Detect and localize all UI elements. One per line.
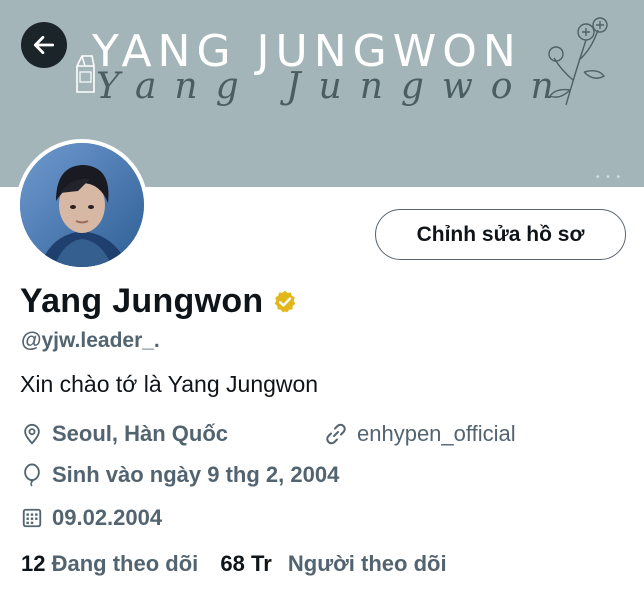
profile-handle: @yjw.leader_. — [21, 329, 160, 352]
followers-count: 68 Tr — [220, 551, 272, 576]
followers-link[interactable]: 68 Tr Người theo dõi — [220, 551, 446, 576]
location-pin-icon — [21, 422, 43, 446]
following-link[interactable]: 12 Đang theo dõi — [21, 551, 204, 576]
follow-stats: 12 Đang theo dõi 68 Tr Người theo dõi — [21, 551, 447, 577]
joined-text: 09.02.2004 — [52, 505, 163, 530]
balloon-icon — [21, 462, 43, 488]
arrow-left-icon — [33, 36, 55, 54]
verified-badge-icon[interactable] — [272, 289, 298, 315]
website-item[interactable]: enhypen_official — [324, 421, 516, 447]
banner-script-text: Yang Jungwon — [96, 66, 572, 107]
profile-bio: Xin chào tớ là Yang Jungwon — [20, 371, 319, 397]
joined-item: 09.02.2004 — [21, 505, 162, 531]
birthday-item: Sinh vào ngày 9 thg 2, 2004 — [21, 462, 339, 488]
location-text: Seoul, Hàn Quốc — [52, 421, 229, 446]
following-count: 12 — [21, 551, 46, 576]
flower-illustration-icon — [548, 17, 608, 106]
display-name: Yang Jungwon — [20, 282, 264, 320]
link-icon — [324, 422, 348, 446]
followers-label: Người theo dõi — [287, 551, 447, 576]
birthday-text: Sinh vào ngày 9 thg 2, 2004 — [52, 462, 340, 487]
name-row: Yang Jungwon — [20, 282, 298, 321]
avatar-photo — [20, 143, 144, 267]
website-link[interactable]: enhypen_official — [357, 421, 516, 447]
location-item: Seoul, Hàn Quốc — [21, 421, 228, 447]
back-button[interactable] — [21, 22, 67, 68]
banner-dots: • • • — [596, 172, 623, 183]
calendar-icon — [21, 507, 43, 529]
edit-profile-button[interactable]: Chỉnh sửa hồ sơ — [375, 209, 626, 260]
avatar[interactable] — [16, 139, 148, 271]
following-label: Đang theo dõi — [51, 551, 199, 576]
